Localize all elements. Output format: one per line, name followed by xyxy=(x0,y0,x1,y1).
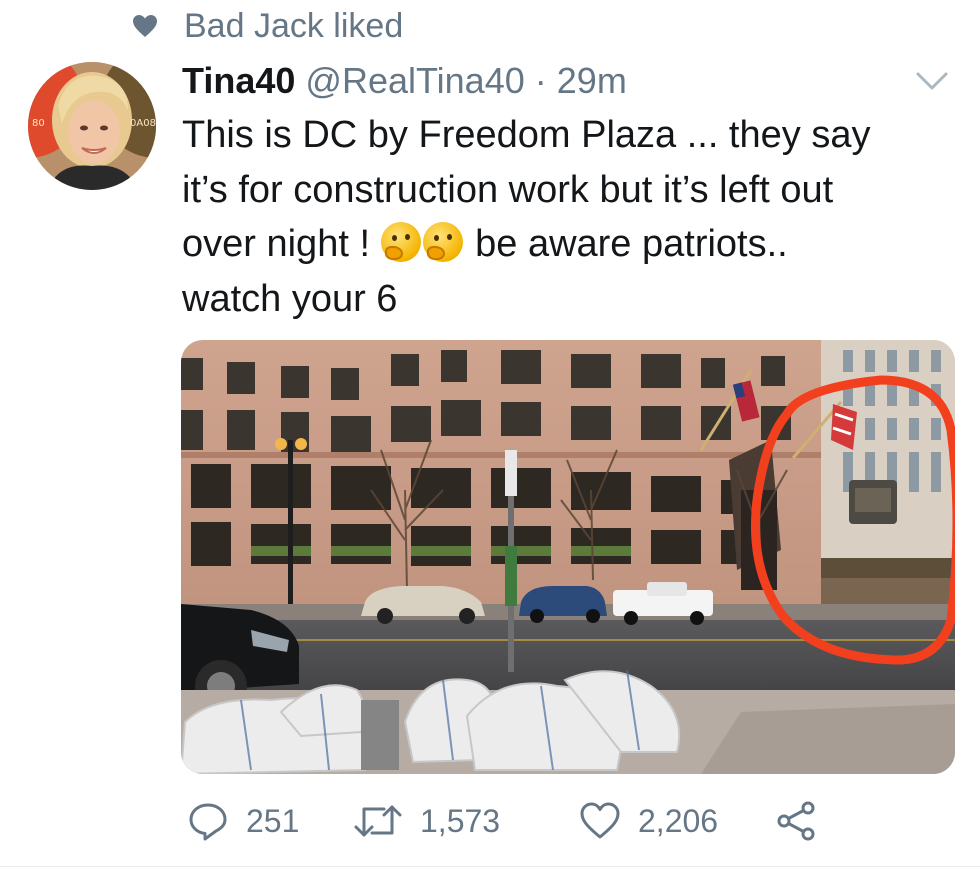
tweet-text-line: This is DC by Freedom Plaza ... they say xyxy=(182,114,871,156)
tweet-text-line: watch your 6 xyxy=(182,277,398,320)
heart-icon xyxy=(580,802,620,839)
retweet-button[interactable]: 1,573 xyxy=(352,799,578,843)
display-name[interactable]: Tina40 xyxy=(182,60,295,101)
reply-count: 251 xyxy=(246,802,300,839)
thinking-face-emoji xyxy=(422,222,463,262)
tweet-photo[interactable] xyxy=(181,340,955,774)
retweet-count: 1,573 xyxy=(420,802,501,839)
thinking-face-emoji xyxy=(380,222,421,262)
share-button[interactable] xyxy=(774,799,818,843)
like-count: 2,206 xyxy=(638,802,719,839)
tweet-text-line: over night ! be aware patriots.. xyxy=(182,217,942,272)
svg-text:80: 80 xyxy=(32,118,45,129)
tweet-text-segment: be aware patriots.. xyxy=(464,223,788,265)
tweet-text: This is DC by Freedom Plaza ... they say… xyxy=(182,108,942,326)
reply-button[interactable]: 251 xyxy=(186,799,352,843)
separator-dot: · xyxy=(534,60,547,101)
svg-text:0A08: 0A08 xyxy=(130,118,156,129)
tweet-actions: 251 1,573 2,206 xyxy=(186,796,818,846)
avatar[interactable]: 80 0A08 xyxy=(28,62,156,190)
share-icon xyxy=(777,801,815,841)
reply-icon xyxy=(189,803,227,841)
liked-by-text[interactable]: Bad Jack liked xyxy=(184,7,403,46)
tweet-header: Tina40 @RealTina40 · 29m xyxy=(182,58,627,104)
timestamp[interactable]: 29m xyxy=(557,60,627,101)
like-button[interactable]: 2,206 xyxy=(578,799,774,843)
heart-icon xyxy=(133,15,157,37)
user-handle[interactable]: @RealTina40 xyxy=(305,60,524,101)
social-context: Bad Jack liked xyxy=(132,4,403,48)
tweet-text-segment: over night ! xyxy=(182,223,381,265)
retweet-icon xyxy=(354,805,402,837)
divider xyxy=(0,866,980,867)
chevron-down-icon[interactable] xyxy=(914,66,950,94)
tweet-text-line: it’s for construction work but it’s left… xyxy=(182,168,834,211)
